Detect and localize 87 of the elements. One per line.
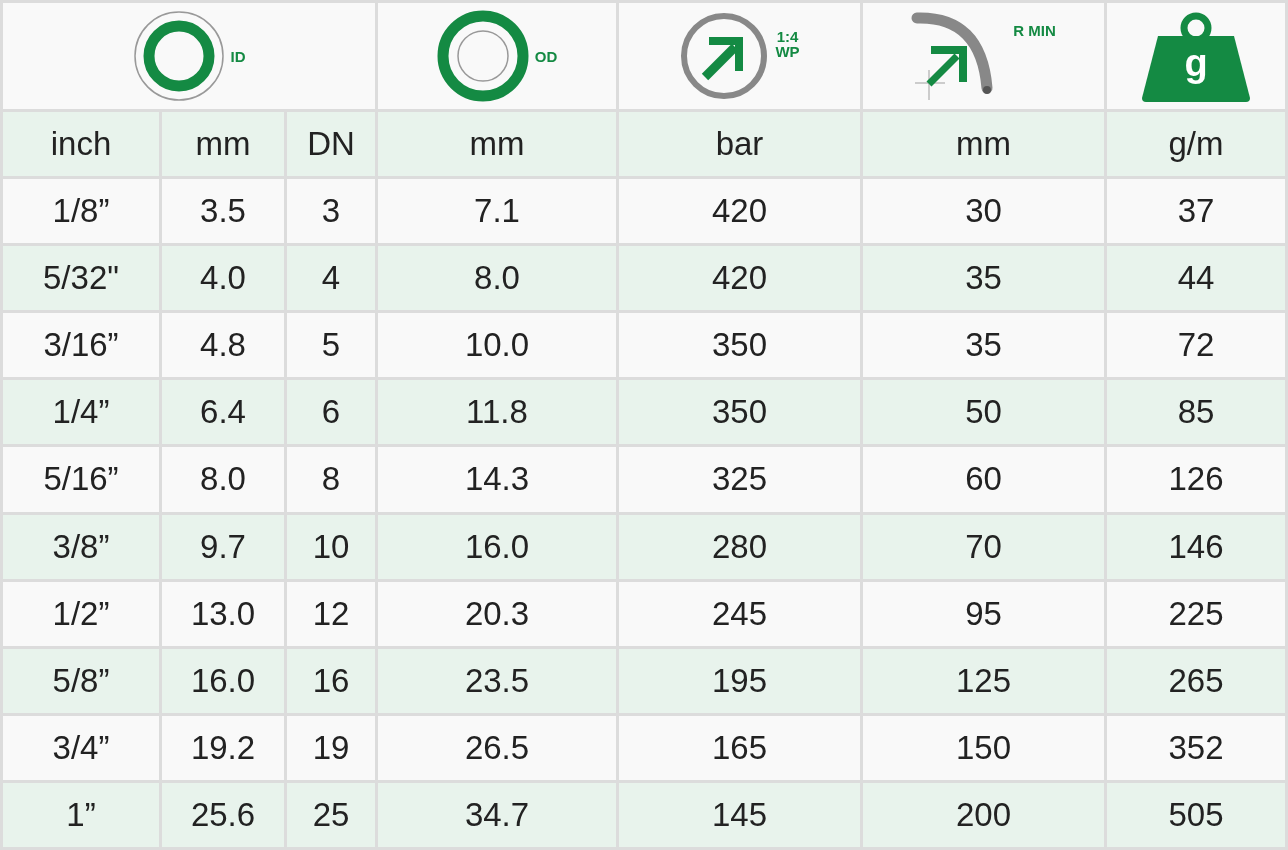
table-cell: 25	[287, 782, 375, 847]
table-cell: 8.0	[378, 246, 616, 311]
table-cell: 146	[1107, 514, 1285, 579]
table-cell: 72	[1107, 313, 1285, 378]
ratio-label: 1:4	[776, 29, 799, 44]
table-cell: 5/8”	[3, 648, 159, 713]
table-cell: 35	[863, 313, 1104, 378]
table-cell: 505	[1107, 782, 1285, 847]
table-cell: 5/16”	[3, 447, 159, 512]
table-cell: 352	[1107, 715, 1285, 780]
table-cell: 9.7	[162, 514, 284, 579]
table-cell: 16.0	[378, 514, 616, 579]
table-cell: 10.0	[378, 313, 616, 378]
table-cell: 14.3	[378, 447, 616, 512]
weight-icon	[1140, 10, 1252, 102]
table-cell: 8.0	[162, 447, 284, 512]
table-cell: 30	[863, 179, 1104, 244]
table-cell: 165	[619, 715, 860, 780]
table-cell: 11.8	[378, 380, 616, 445]
table-cell: 50	[863, 380, 1104, 445]
od-label: OD	[534, 48, 558, 64]
table-cell: 35	[863, 246, 1104, 311]
table-cell: 8	[287, 447, 375, 512]
table-cell: 85	[1107, 380, 1285, 445]
table-cell: 245	[619, 581, 860, 646]
table-cell: 19.2	[162, 715, 284, 780]
ring-icon	[436, 10, 529, 102]
unit-header-cell: g/m	[1107, 112, 1285, 177]
table-cell: 150	[863, 715, 1104, 780]
table-cell: 5	[287, 313, 375, 378]
table-cell: 25.6	[162, 782, 284, 847]
table-cell: 60	[863, 447, 1104, 512]
table-cell: 225	[1107, 581, 1285, 646]
table-cell: 37	[1107, 179, 1285, 244]
table-cell: 4.8	[162, 313, 284, 378]
table-cell: 4.0	[162, 246, 284, 311]
table-cell: 1/8”	[3, 179, 159, 244]
table-cell: 420	[619, 179, 860, 244]
table-cell: 3/16”	[3, 313, 159, 378]
table-cell: 280	[619, 514, 860, 579]
r-min-label: R MIN	[1013, 23, 1056, 38]
table-cell: 126	[1107, 447, 1285, 512]
table-cell: 350	[619, 313, 860, 378]
table-cell: 34.7	[378, 782, 616, 847]
table-cell: 195	[619, 648, 860, 713]
table-cell: 4	[287, 246, 375, 311]
table-cell: 125	[863, 648, 1104, 713]
table-cell: 19	[287, 715, 375, 780]
arrow-circle-icon	[679, 11, 770, 101]
unit-header-cell: mm	[162, 112, 284, 177]
table-cell: 350	[619, 380, 860, 445]
ring-icon	[132, 10, 225, 102]
table-cell: 7.1	[378, 179, 616, 244]
unit-header-cell: mm	[863, 112, 1104, 177]
table-cell: 16.0	[162, 648, 284, 713]
unit-header-cell: inch	[3, 112, 159, 177]
unit-header-cell: bar	[619, 112, 860, 177]
unit-header-cell: DN	[287, 112, 375, 177]
table-cell: 23.5	[378, 648, 616, 713]
table-cell: 265	[1107, 648, 1285, 713]
table-cell: 10	[287, 514, 375, 579]
table-cell: 70	[863, 514, 1104, 579]
table-cell: 145	[619, 782, 860, 847]
table-cell: 420	[619, 246, 860, 311]
table-cell: 13.0	[162, 581, 284, 646]
id-label: ID	[230, 48, 246, 64]
table-cell: 95	[863, 581, 1104, 646]
table-cell: 3	[287, 179, 375, 244]
table-cell: 12	[287, 581, 375, 646]
table-cell: 44	[1107, 246, 1285, 311]
table-cell: 1/2”	[3, 581, 159, 646]
table-cell: 1/4”	[3, 380, 159, 445]
table-cell: 325	[619, 447, 860, 512]
wp-label: WP	[775, 44, 800, 59]
table-cell: 5/32"	[3, 246, 159, 311]
table-cell: 3.5	[162, 179, 284, 244]
table-cell: 3/8”	[3, 514, 159, 579]
table-cell: 200	[863, 782, 1104, 847]
gram-label: g	[1184, 44, 1208, 82]
table-cell: 6	[287, 380, 375, 445]
table-cell: 1”	[3, 782, 159, 847]
table-cell: 6.4	[162, 380, 284, 445]
table-cell: 3/4”	[3, 715, 159, 780]
table-cell: 16	[287, 648, 375, 713]
table-cell: 26.5	[378, 715, 616, 780]
table-cell: 20.3	[378, 581, 616, 646]
unit-header-cell: mm	[378, 112, 616, 177]
